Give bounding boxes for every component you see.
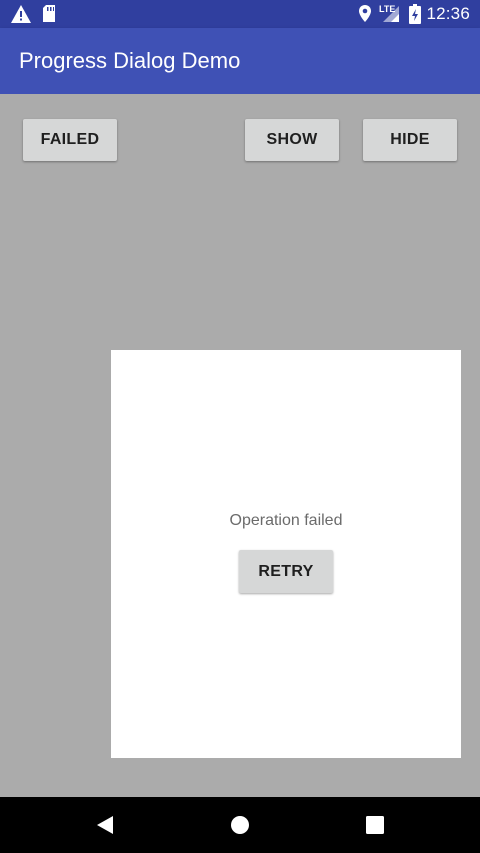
app-bar: Progress Dialog Demo bbox=[0, 28, 480, 94]
status-bar: LTE 12:36 bbox=[0, 0, 480, 28]
content-area: FAILED SHOW HIDE Operation failed RETRY bbox=[0, 94, 480, 797]
home-icon[interactable] bbox=[230, 815, 250, 835]
hide-button[interactable]: HIDE bbox=[363, 119, 457, 161]
back-icon[interactable] bbox=[96, 815, 114, 835]
retry-button[interactable]: RETRY bbox=[239, 550, 333, 593]
signal-icon bbox=[383, 6, 399, 22]
warning-icon bbox=[11, 5, 31, 23]
location-icon bbox=[359, 5, 371, 22]
navigation-bar bbox=[0, 797, 480, 853]
failed-button[interactable]: FAILED bbox=[23, 119, 117, 161]
app-title: Progress Dialog Demo bbox=[19, 48, 241, 73]
sd-card-icon bbox=[43, 5, 55, 22]
show-button[interactable]: SHOW bbox=[245, 119, 339, 161]
dialog-message: Operation failed bbox=[229, 512, 343, 529]
status-time: 12:36 bbox=[426, 4, 470, 23]
progress-dialog: Operation failed RETRY bbox=[111, 350, 461, 758]
recents-icon[interactable] bbox=[366, 816, 384, 834]
battery-icon bbox=[409, 4, 421, 24]
